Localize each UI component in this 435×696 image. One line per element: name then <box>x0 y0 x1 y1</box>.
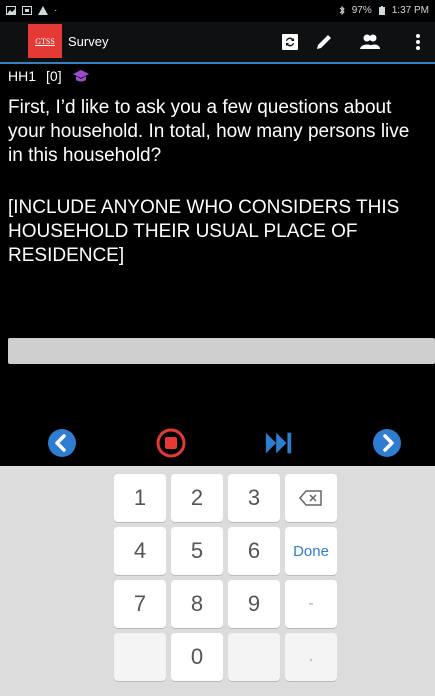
app-title: Survey <box>68 34 109 49</box>
question-code: HH1 <box>8 68 37 84</box>
app-logo[interactable]: GTSS <box>28 24 62 58</box>
previous-button[interactable] <box>47 428 77 458</box>
done-key[interactable]: Done <box>285 527 337 575</box>
pencil-icon <box>317 35 331 49</box>
numeric-keypad: 1 2 3 4 5 6 Done 7 8 9 - 0 . <box>0 466 435 696</box>
key-4[interactable]: 4 <box>114 527 166 575</box>
question-text: First, I’d like to ask you a few questio… <box>8 97 410 166</box>
backspace-icon <box>299 490 322 506</box>
fast-forward-icon <box>265 432 292 454</box>
screenshot-notification-icon <box>22 6 32 15</box>
question-instruction: [INCLUDE ANYONE WHO CONSIDERS THIS HOUSE… <box>8 197 400 266</box>
stop-icon <box>156 428 186 458</box>
skip-to-end-button[interactable] <box>264 428 294 458</box>
minus-key[interactable]: - <box>285 580 337 628</box>
blank-key-left <box>114 633 166 681</box>
bluetooth-icon <box>339 6 345 15</box>
more-vert-icon <box>416 34 420 50</box>
overflow-menu-button[interactable] <box>406 30 430 54</box>
battery-percent: 97% <box>351 5 372 16</box>
key-8[interactable]: 8 <box>171 580 223 628</box>
status-bar: · 97% 1:37 PM <box>0 0 435 22</box>
key-1[interactable]: 1 <box>114 474 166 522</box>
chevron-right-icon <box>373 429 401 457</box>
battery-icon <box>378 6 385 15</box>
backspace-key[interactable] <box>285 474 337 522</box>
more-notifications-dot: · <box>54 5 58 16</box>
question-header: HH1 [0] <box>8 68 90 84</box>
navigation-bar <box>0 420 435 466</box>
image-notification-icon <box>6 6 16 15</box>
warning-icon <box>38 6 48 15</box>
respondents-button[interactable] <box>358 30 382 54</box>
action-bar: GTSS Survey <box>0 22 435 64</box>
key-6[interactable]: 6 <box>228 527 280 575</box>
answer-input[interactable] <box>8 338 435 364</box>
graduation-cap-icon[interactable] <box>72 69 90 83</box>
key-3[interactable]: 3 <box>228 474 280 522</box>
question-index: [0] <box>46 68 62 84</box>
people-icon <box>360 34 380 49</box>
key-9[interactable]: 9 <box>228 580 280 628</box>
key-0[interactable]: 0 <box>171 633 223 681</box>
stop-button[interactable] <box>156 428 186 458</box>
blank-key-middle <box>228 633 280 681</box>
decimal-key[interactable]: . <box>285 633 337 681</box>
key-2[interactable]: 2 <box>171 474 223 522</box>
chevron-left-icon <box>48 429 76 457</box>
next-button[interactable] <box>372 428 402 458</box>
sync-button[interactable] <box>278 30 302 54</box>
key-5[interactable]: 5 <box>171 527 223 575</box>
edit-button[interactable] <box>312 30 336 54</box>
sync-icon <box>282 34 298 50</box>
clock: 1:37 PM <box>391 5 429 16</box>
key-7[interactable]: 7 <box>114 580 166 628</box>
